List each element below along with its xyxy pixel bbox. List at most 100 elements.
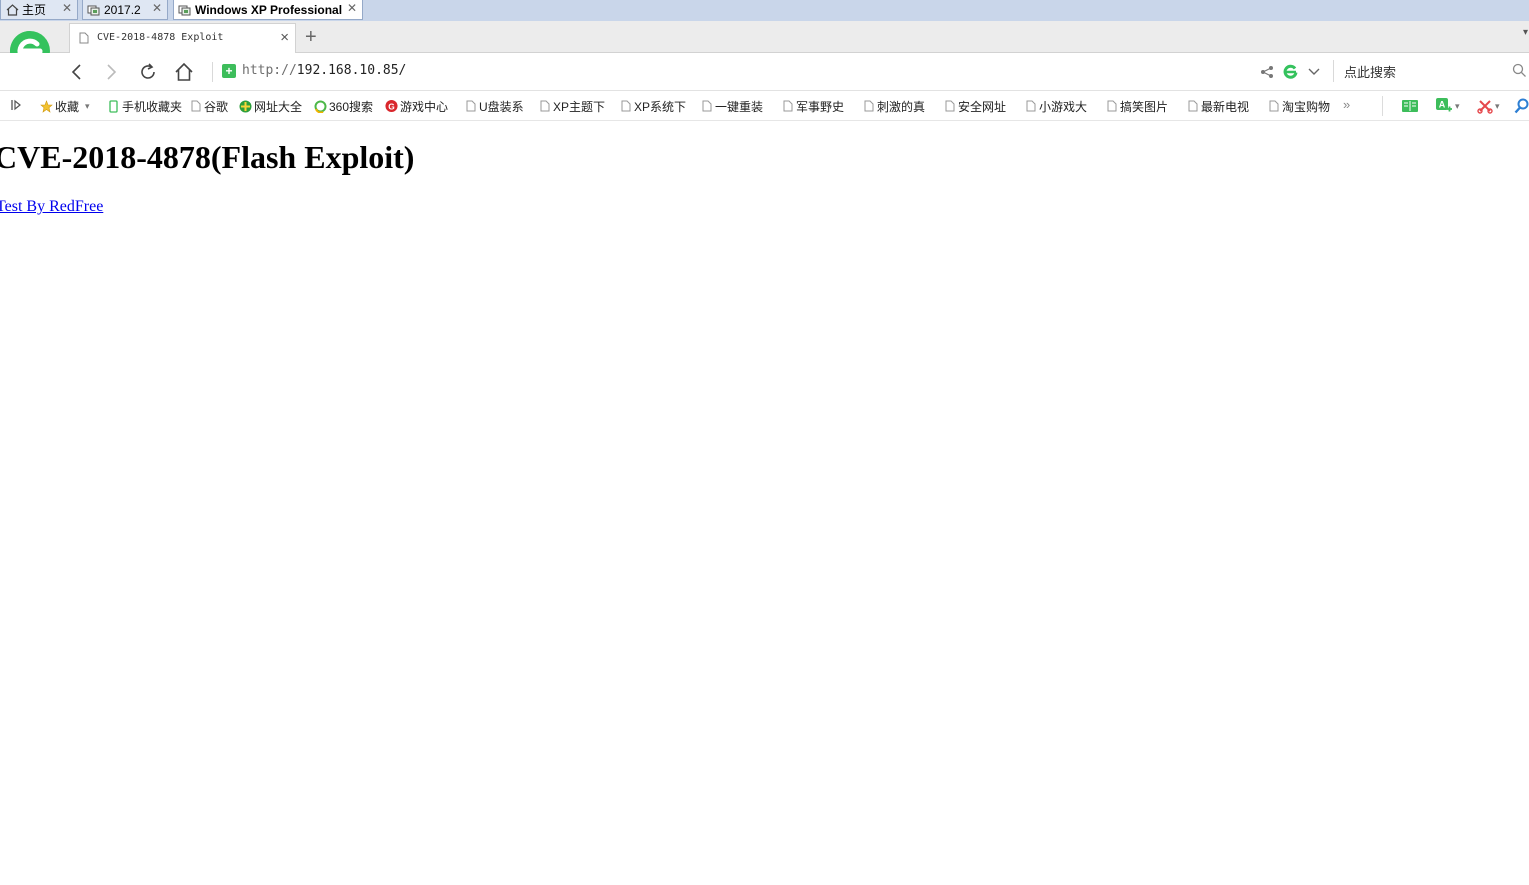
- close-icon[interactable]: ×: [280, 30, 289, 45]
- security-shield-icon[interactable]: +: [222, 64, 236, 78]
- chevron-down-icon: ▾: [85, 100, 90, 111]
- page-icon: [79, 32, 89, 44]
- svg-text:A: A: [1439, 100, 1446, 110]
- bookmark-item[interactable]: U盘装系: [464, 97, 524, 115]
- vmware-tab-bar: 主页 ✕ 2017.2 ✕ Windows XP Professional ✕: [0, 0, 1529, 22]
- bookmark-label: 谷歌: [204, 99, 229, 114]
- test-link[interactable]: Test By RedFree: [0, 198, 103, 216]
- divider: [1382, 96, 1383, 116]
- bookmark-item[interactable]: 一键重装: [700, 97, 763, 115]
- reader-mode-button[interactable]: [1401, 96, 1419, 116]
- bookmark-label: 360搜索: [329, 99, 374, 114]
- page-icon: [781, 100, 794, 113]
- page-title: CVE-2018-4878(Flash Exploit): [0, 139, 415, 175]
- book-icon: [1402, 100, 1418, 112]
- page-icon: [1105, 100, 1118, 113]
- bookmark-mobile-favorites[interactable]: 手机收藏夹: [107, 97, 182, 115]
- forward-button[interactable]: [100, 61, 122, 83]
- bookmark-favorites[interactable]: 收藏 ▾: [40, 97, 90, 115]
- window-corner-icon: ▾: [1523, 27, 1529, 38]
- address-tools: [1260, 62, 1320, 82]
- bookmark-game-center[interactable]: G 游戏中心: [385, 97, 448, 115]
- bookmark-item[interactable]: 小游戏大: [1024, 97, 1087, 115]
- divider: [1333, 60, 1334, 82]
- vm-tab-label: 主页: [22, 3, 47, 17]
- bookmark-label: 收藏: [55, 99, 80, 114]
- bookmark-label: XP系统下: [634, 99, 687, 114]
- bookmark-item[interactable]: 刺激的真: [862, 97, 925, 115]
- page-icon: [943, 100, 956, 113]
- bookmarks-more-button[interactable]: »: [1343, 97, 1350, 112]
- url-protocol: http://: [242, 63, 297, 78]
- bookmark-label: U盘装系: [479, 99, 524, 114]
- bookmark-label: 安全网址: [958, 99, 1007, 114]
- star-icon: [40, 99, 53, 113]
- divider: [212, 62, 213, 82]
- home-button[interactable]: [173, 61, 195, 83]
- bookmark-item[interactable]: 搞笑图片: [1105, 97, 1168, 115]
- vm-tab-label: Windows XP Professional: [195, 2, 343, 17]
- chevron-down-icon: ▾: [1495, 100, 1500, 111]
- scissors-icon: [1477, 100, 1493, 114]
- share-icon[interactable]: [1260, 65, 1274, 79]
- bookmark-360-search[interactable]: 360搜索: [314, 97, 373, 115]
- refresh-button[interactable]: [137, 61, 159, 83]
- bookmark-item[interactable]: XP系统下: [619, 97, 686, 115]
- search-input[interactable]: 点此搜索: [1344, 62, 1396, 81]
- vm-tab-2017[interactable]: 2017.2 ✕: [82, 0, 168, 20]
- find-button[interactable]: [1514, 96, 1529, 116]
- sidebar-toggle-icon[interactable]: [10, 98, 22, 112]
- bookmark-label: 刺激的真: [877, 99, 926, 114]
- browser-tab-active[interactable]: CVE-2018-4878 Exploit ×: [69, 23, 296, 53]
- forward-arrow-icon: [107, 64, 117, 80]
- translate-icon: A: [1436, 98, 1452, 112]
- chevron-down-icon[interactable]: [1308, 68, 1320, 76]
- bookmark-label: 淘宝购物: [1282, 99, 1331, 114]
- bookmark-label: 一键重装: [715, 99, 764, 114]
- search-360-icon: [314, 100, 327, 113]
- bookmark-item[interactable]: 淘宝购物: [1267, 97, 1330, 115]
- close-icon[interactable]: ✕: [347, 1, 357, 15]
- page-icon: [189, 100, 202, 113]
- bookmark-item[interactable]: XP主题下: [538, 97, 605, 115]
- close-icon[interactable]: ✕: [152, 1, 162, 15]
- search-icon[interactable]: [1512, 63, 1527, 78]
- bookmark-item[interactable]: 安全网址: [943, 97, 1006, 115]
- back-button[interactable]: [66, 61, 88, 83]
- site-nav-icon: [239, 100, 252, 113]
- bookmark-label: 网址大全: [254, 99, 303, 114]
- ie-mode-icon[interactable]: [1283, 64, 1299, 80]
- bookmark-label: 搞笑图片: [1120, 99, 1169, 114]
- bookmark-item[interactable]: 军事野史: [781, 97, 844, 115]
- home-icon: [5, 3, 19, 16]
- phone-icon: [107, 99, 120, 113]
- page-icon: [1024, 100, 1037, 113]
- bookmark-label: 游戏中心: [400, 99, 449, 114]
- game-icon: G: [385, 99, 398, 113]
- vm-tab-home[interactable]: 主页 ✕: [0, 0, 78, 20]
- page-icon: [538, 100, 551, 113]
- page-icon: [862, 100, 875, 113]
- home-icon: [175, 62, 193, 81]
- close-icon[interactable]: ✕: [62, 1, 72, 15]
- vm-tab-windows-xp[interactable]: Windows XP Professional ✕: [173, 0, 363, 20]
- page-icon: [464, 100, 477, 113]
- vm-icon: [178, 4, 192, 16]
- page-icon: [1267, 100, 1280, 113]
- bookmark-item[interactable]: 最新电视: [1186, 97, 1249, 115]
- bookmark-label: 最新电视: [1201, 99, 1250, 114]
- url-host: 192.168.10.85/: [296, 63, 407, 78]
- vm-tab-label: 2017.2: [104, 2, 141, 17]
- back-arrow-icon: [71, 64, 81, 80]
- browser-tab-title: CVE-2018-4878 Exploit: [97, 32, 224, 43]
- magnifier-icon: [1514, 98, 1529, 114]
- bookmark-google[interactable]: 谷歌: [189, 97, 228, 115]
- screenshot-button[interactable]: ▾: [1477, 96, 1500, 116]
- bookmark-label: 小游戏大: [1039, 99, 1088, 114]
- translate-button[interactable]: A ▾: [1435, 96, 1460, 116]
- new-tab-button[interactable]: +: [305, 27, 317, 47]
- chevron-down-icon: ▾: [1455, 100, 1460, 111]
- address-bar[interactable]: http://192.168.10.85/: [242, 63, 406, 78]
- bookmark-site-nav[interactable]: 网址大全: [239, 97, 302, 115]
- bookmark-label: 手机收藏夹: [122, 99, 183, 114]
